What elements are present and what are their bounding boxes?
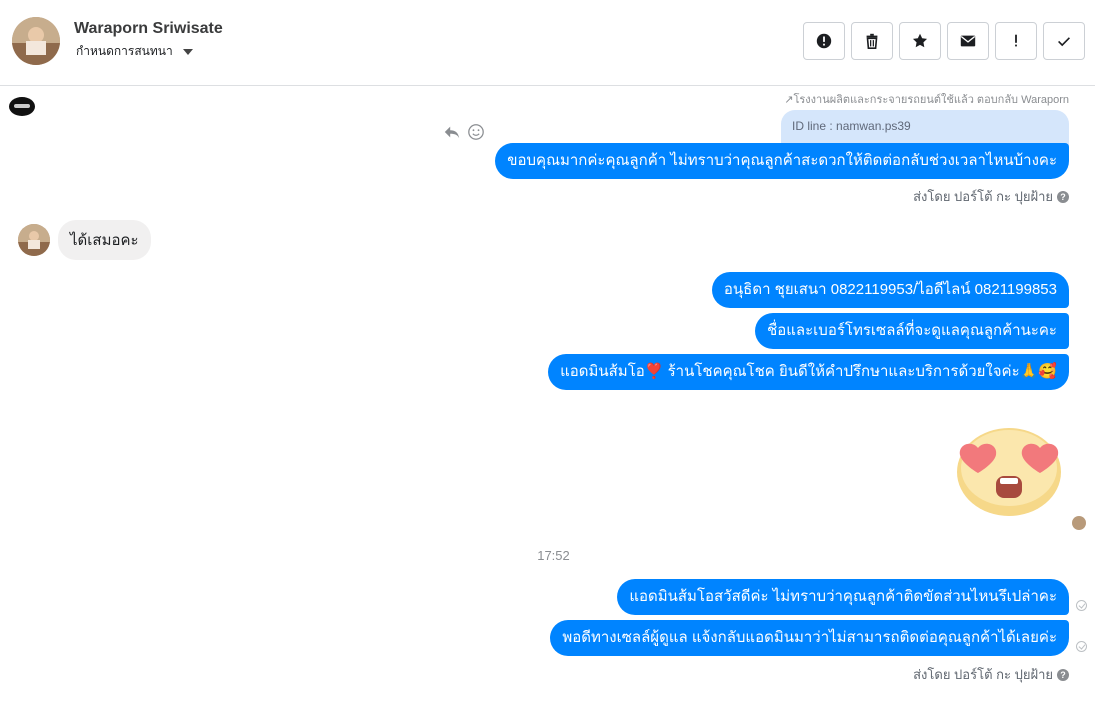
mark-unread-button[interactable] (947, 22, 989, 60)
exclamation-icon (1015, 34, 1017, 47)
help-icon[interactable]: ? (1057, 190, 1069, 203)
outgoing-message[interactable]: แอดมินส้มโอ❣️ ร้านโชคคุณโชค ยินดีให้คำปร… (548, 354, 1069, 390)
outgoing-message[interactable]: แอดมินส้มโอสวัสดีค่ะ ไม่ทราบว่าคุณลูกค้า… (617, 579, 1069, 615)
conversation-assign-dropdown[interactable]: กำหนดการสนทนา (76, 42, 193, 61)
outgoing-message[interactable]: อนุธิดา ชุยเสนา 0822119953/ไอดีไลน์ 0821… (711, 272, 1069, 308)
conversation-header: Waraporn Sriwisate กำหนดการสนทนา (0, 0, 1095, 86)
seen-avatar (1072, 516, 1086, 530)
caret-down-icon (182, 48, 193, 55)
message-actions (443, 123, 485, 141)
sent-by-text: ส่งโดย ปอร์โต้ กะ ปุยฝ้าย (913, 189, 1053, 204)
reply-context-note: ↗โรงงานผลิตและกระจายรถยนต์ใช้แล้ว ตอบกลั… (784, 94, 1069, 106)
outgoing-message[interactable]: พอดีทางเซลล์ผู้ดูแล แจ้งกลับแอดมินมาว่าไ… (550, 620, 1069, 656)
heart-eyes-sticker[interactable] (948, 418, 1070, 518)
follow-up-button[interactable] (995, 22, 1037, 60)
check-icon (1058, 37, 1070, 47)
trash-icon (866, 33, 878, 50)
header-actions (803, 22, 1085, 60)
contact-name[interactable]: Waraporn Sriwisate (74, 20, 223, 38)
contact-avatar[interactable] (12, 17, 60, 65)
envelope-icon (960, 35, 976, 47)
timestamp-separator: 17:52 (537, 548, 570, 563)
incoming-message[interactable]: ได้เสมอคะ (58, 220, 151, 260)
assign-label: กำหนดการสนทนา (76, 44, 173, 58)
mark-done-button[interactable] (1043, 22, 1085, 60)
sent-by-label: ส่งโดย ปอร์โต้ กะ ปุยฝ้าย ? (913, 664, 1069, 685)
delivered-check-icon (1076, 600, 1087, 611)
sent-by-text: ส่งโดย ปอร์โต้ กะ ปุยฝ้าย (913, 667, 1053, 682)
sender-avatar[interactable] (18, 224, 50, 256)
react-smiley-icon[interactable] (467, 123, 485, 141)
reply-icon[interactable] (443, 123, 461, 141)
alert-circle-icon (816, 33, 832, 49)
star-button[interactable] (899, 22, 941, 60)
page-logo (9, 97, 35, 116)
sent-by-label: ส่งโดย ปอร์โต้ กะ ปุยฝ้าย ? (913, 186, 1069, 207)
outgoing-message[interactable]: ขอบคุณมากค่ะคุณลูกค้า ไม่ทราบว่าคุณลูกค้… (495, 143, 1069, 179)
delete-button[interactable] (851, 22, 893, 60)
mark-spam-button[interactable] (803, 22, 845, 60)
help-icon[interactable]: ? (1057, 668, 1069, 681)
outgoing-message[interactable]: ชื่อและเบอร์โทรเซลล์ที่จะดูแลคุณลูกค้านะ… (755, 313, 1069, 349)
star-icon (912, 33, 928, 48)
delivered-check-icon (1076, 641, 1087, 652)
incoming-message-row: ได้เสมอคะ (18, 220, 151, 260)
